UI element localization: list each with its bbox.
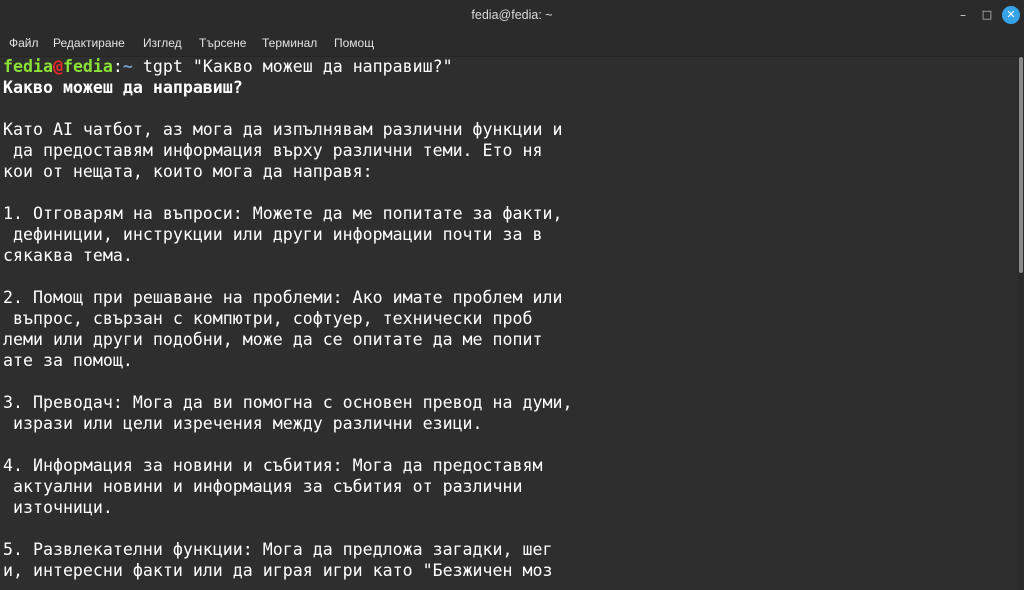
- terminal-line: да предоставям информация върху различни…: [3, 141, 543, 160]
- terminal-line: 3. Преводач: Мога да ви помогна с основе…: [3, 393, 573, 412]
- prompt-user: fedia: [3, 57, 53, 76]
- terminal-line: въпрос, свързан с компютри, софтуер, тех…: [3, 309, 533, 328]
- minimize-icon[interactable]: –: [954, 6, 972, 24]
- menu-help[interactable]: Помощ: [334, 30, 374, 56]
- terminal-window: fedia@fedia: ~ – □ ✕ Файл Редактиране Из…: [0, 0, 1024, 590]
- prompt-command: tgpt "Какво можеш да направиш?": [132, 57, 453, 76]
- terminal-line: 1. Отговарям на въпроси: Можете да ме по…: [3, 204, 563, 223]
- window-title: fedia@fedia: ~: [471, 8, 553, 22]
- maximize-icon[interactable]: □: [978, 6, 996, 24]
- terminal-line: и, интересни факти или да играя игри кат…: [3, 561, 553, 580]
- menu-search[interactable]: Търсене: [199, 30, 246, 56]
- menu-terminal[interactable]: Терминал: [262, 30, 317, 56]
- menu-bar: Файл Редактиране Изглед Търсене Терминал…: [0, 30, 1024, 57]
- question-echo: Какво можеш да направиш?: [3, 78, 243, 97]
- terminal-line: изрази или цели изречения между различни…: [3, 414, 483, 433]
- menu-file[interactable]: Файл: [9, 30, 39, 56]
- terminal-line: леми или други подобни, може да се опита…: [3, 330, 543, 349]
- prompt-colon: :: [112, 57, 123, 76]
- title-bar[interactable]: fedia@fedia: ~ – □ ✕: [0, 0, 1024, 30]
- prompt-path: ~: [122, 57, 133, 76]
- scrollbar-thumb[interactable]: [1019, 57, 1023, 273]
- close-icon[interactable]: ✕: [1002, 6, 1020, 24]
- prompt-at: @: [52, 57, 63, 76]
- terminal-line: 2. Помощ при решаване на проблеми: Ако и…: [3, 288, 563, 307]
- terminal-line: кои от нещата, които мога да направя:: [3, 162, 373, 181]
- terminal-line: дефиниции, инструкции или други информац…: [3, 225, 543, 244]
- menu-view[interactable]: Изглед: [143, 30, 182, 56]
- terminal-line: актуални новини и информация за събития …: [3, 477, 523, 496]
- terminal-line: сякаква тема.: [3, 246, 133, 265]
- scrollbar[interactable]: [1018, 57, 1024, 590]
- prompt-host: fedia: [62, 57, 113, 76]
- menu-edit[interactable]: Редактиране: [53, 30, 125, 56]
- terminal-line: Като AI чатбот, аз мога да изпълнявам ра…: [3, 120, 563, 139]
- terminal-line: ате за помощ.: [3, 351, 133, 370]
- terminal-line: 4. Информация за новини и събития: Мога …: [3, 456, 543, 475]
- terminal-line: източници.: [3, 498, 113, 517]
- terminal-line: 5. Развлекателни функции: Мога да предло…: [3, 540, 553, 559]
- terminal-output[interactable]: fedia@fedia:~ tgpt "Какво можеш да напра…: [0, 57, 1018, 590]
- prompt-line: fedia@fedia:~ tgpt "Какво можеш да напра…: [3, 57, 453, 77]
